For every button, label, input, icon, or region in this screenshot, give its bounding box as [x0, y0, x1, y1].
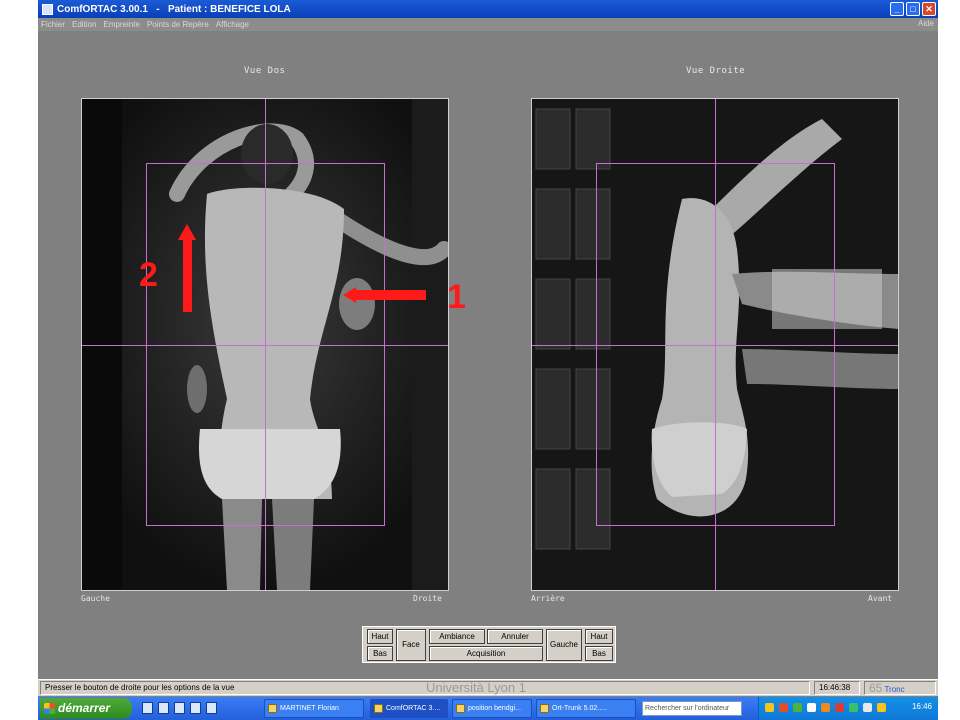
task-position-bending[interactable]: position bendgi...: [452, 699, 532, 718]
tray-icon[interactable]: [835, 703, 844, 712]
tray-icon[interactable]: [779, 703, 788, 712]
tray-icon[interactable]: [877, 703, 886, 712]
haut-left-button[interactable]: Haut: [367, 629, 393, 644]
quicklaunch-extra-icon[interactable]: [206, 702, 217, 714]
task-comfortac[interactable]: ComfORTAC 3....: [370, 699, 448, 718]
status-time: 16:46:38: [814, 681, 860, 695]
quicklaunch-ie-icon[interactable]: [142, 702, 153, 714]
app-icon: [374, 704, 383, 713]
tray-icon[interactable]: [821, 703, 830, 712]
app-window: ComfORTAC 3.00.1 - Patient : BENEFICE LO…: [38, 0, 938, 720]
annotation-label-2: 2: [139, 256, 158, 294]
annotation-arrowhead-2: [178, 224, 196, 240]
ambiance-button[interactable]: Ambiance: [429, 629, 485, 644]
start-button[interactable]: démarrer: [40, 698, 132, 719]
taskbar: démarrer MARTINET Florian ComfORTAC 3...…: [38, 697, 938, 720]
bas-right-button[interactable]: Bas: [585, 646, 613, 661]
tray-icon[interactable]: [765, 703, 774, 712]
task-label: MARTINET Florian: [280, 705, 339, 712]
status-mode: Tronc: [884, 685, 905, 694]
task-ort-trunk[interactable]: Ort-Trunk 5.02.....: [536, 699, 636, 718]
annotation-label-1: 1: [447, 278, 466, 316]
app-icon: [540, 704, 549, 713]
tray-icon[interactable]: [793, 703, 802, 712]
windows-logo-icon: [44, 703, 55, 714]
search-input[interactable]: Rechercher sur l'ordinateur: [642, 701, 742, 716]
taskbar-clock: 16:46: [911, 702, 932, 711]
bas-left-button[interactable]: Bas: [367, 646, 393, 661]
status-bar: Presser le bouton de droite pour les opt…: [38, 679, 938, 696]
watermark-text: Università Lyon 1: [426, 680, 526, 695]
status-message: Presser le bouton de droite pour les opt…: [40, 681, 810, 695]
view-controls-panel: Haut Bas Face Ambiance Annuler Acquisiti…: [362, 626, 616, 663]
task-label: ComfORTAC 3....: [386, 705, 441, 712]
task-label: position bendgi...: [468, 705, 521, 712]
annotation-arrowhead-1: [343, 287, 356, 303]
annuler-button[interactable]: Annuler: [487, 629, 543, 644]
annotation-bar-2: [183, 232, 192, 312]
haut-right-button[interactable]: Haut: [585, 629, 613, 644]
document-icon: [456, 704, 465, 713]
task-label: Ort-Trunk 5.02.....: [552, 705, 607, 712]
acquisition-button[interactable]: Acquisition: [429, 646, 543, 661]
start-label: démarrer: [58, 701, 111, 715]
status-page-mode: 65 Tronc: [864, 681, 936, 695]
gauche-button[interactable]: Gauche: [546, 629, 582, 661]
page-number: 65: [869, 681, 883, 695]
quicklaunch-media-icon[interactable]: [174, 702, 185, 714]
task-martinet-florian[interactable]: MARTINET Florian: [264, 699, 364, 718]
annotation-bar-1: [352, 290, 426, 300]
face-button[interactable]: Face: [396, 629, 426, 661]
tray-icon[interactable]: [807, 703, 816, 712]
system-tray: 16:46: [758, 697, 938, 720]
tray-icon[interactable]: [863, 703, 872, 712]
annotation-arrows: [178, 224, 426, 312]
quicklaunch-app-icon[interactable]: [190, 702, 201, 714]
folder-icon: [268, 704, 277, 713]
quicklaunch-desktop-icon[interactable]: [158, 702, 169, 714]
tray-icon[interactable]: [849, 703, 858, 712]
